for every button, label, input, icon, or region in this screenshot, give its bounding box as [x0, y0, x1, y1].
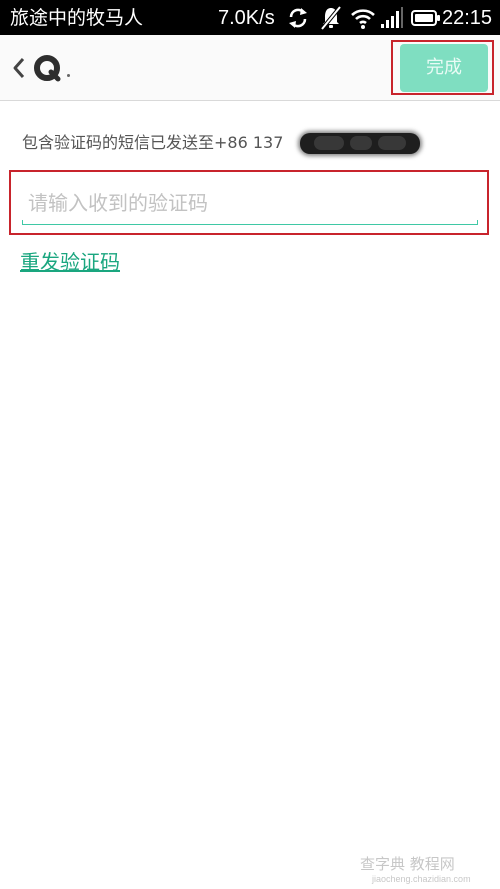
status-bar-title: 旅途中的牧马人 [10, 7, 144, 29]
wifi-icon [351, 9, 375, 29]
redacted-phone-number [300, 133, 420, 154]
status-time: 22:15 [442, 7, 493, 29]
code-input-underline [22, 220, 478, 225]
battery-icon [411, 10, 440, 26]
status-bar: 旅途中的牧马人 7.0K/s 22:15 [0, 0, 500, 35]
signal-icon [381, 7, 403, 28]
resend-code-link[interactable]: 重发验证码 [20, 248, 120, 276]
verification-code-input[interactable] [22, 183, 478, 223]
muted-bell-icon [320, 5, 342, 31]
app-logo-icon [34, 55, 61, 82]
watermark: 查字典 教程网 jiaocheng.chazidian.com [360, 855, 490, 887]
watermark-main-text: 查字典 教程网 [360, 855, 455, 873]
watermark-sub-text: jiaocheng.chazidian.com [372, 874, 471, 884]
logo-dot [67, 74, 70, 77]
sms-sent-info: 包含验证码的短信已发送至+86 137 [22, 133, 284, 152]
done-button[interactable]: 完成 [400, 44, 488, 92]
sync-icon [289, 8, 307, 28]
action-bar: 完成 [0, 35, 500, 101]
chevron-left-icon[interactable] [10, 55, 30, 81]
network-speed: 7.0K/s [218, 7, 275, 29]
